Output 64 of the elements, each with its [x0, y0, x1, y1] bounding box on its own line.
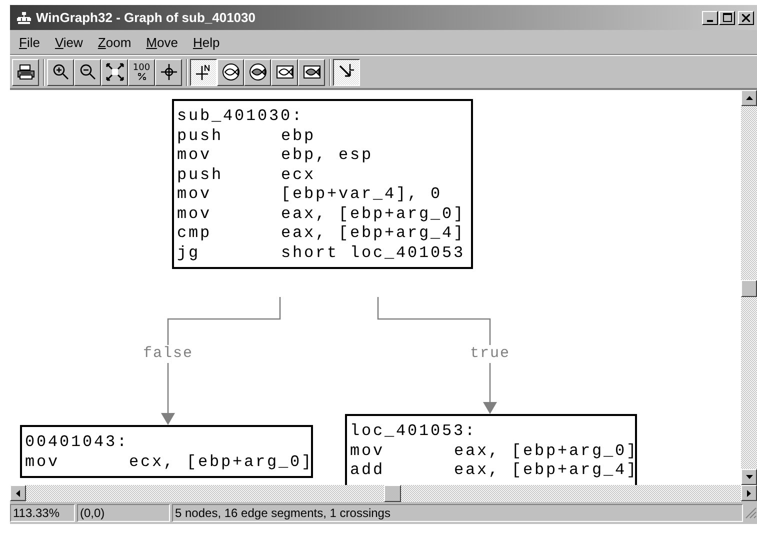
operands: short loc_401053	[281, 244, 466, 263]
fit-arrows-icon	[106, 63, 124, 81]
scroll-down-button[interactable]	[741, 469, 757, 485]
cursor-position: (0,0)	[77, 504, 170, 522]
scroll-thumb[interactable]	[384, 485, 401, 502]
fish-box-icon	[276, 63, 294, 81]
block-label: sub_401030:	[177, 107, 304, 126]
zoom-100-button[interactable]: 100	[128, 58, 155, 86]
scroll-right-button[interactable]	[741, 485, 757, 501]
operands: eax, [ebp+arg_0]	[454, 442, 638, 461]
down-arrow-icon	[746, 475, 752, 479]
menu-item[interactable]: Zoom	[94, 34, 140, 50]
menu-item[interactable]: File	[16, 34, 48, 50]
percent-icon	[138, 73, 146, 80]
left-arrow-icon	[16, 490, 20, 496]
close-icon	[742, 14, 750, 22]
operands: eax, [ebp+arg_0]	[281, 204, 466, 224]
printer-icon	[16, 63, 34, 81]
resize-grip-icon	[745, 507, 757, 519]
operands: eax, [ebp+arg_4]	[281, 224, 466, 244]
menu-item[interactable]: Move	[143, 34, 186, 50]
mnemonic: push	[177, 126, 224, 146]
operands: eax, [ebp+arg_4]	[454, 461, 638, 480]
fish-filled-icon	[248, 63, 266, 81]
mnemonic: push	[177, 166, 224, 185]
window-title: WinGraph32 - Graph of sub_401030	[36, 10, 256, 25]
operands: ebp	[281, 126, 316, 146]
graph-app-icon	[17, 12, 31, 24]
up-arrow-icon	[746, 96, 752, 100]
mnemonic: mov	[25, 452, 61, 472]
maximize-button[interactable]	[719, 10, 735, 24]
scroll-thumb[interactable]	[741, 280, 757, 297]
operands: ecx, [ebp+arg_0]	[129, 452, 314, 472]
mnemonic: jg	[177, 244, 202, 263]
north-axis-icon	[194, 63, 212, 81]
mnemonic: mov	[177, 185, 213, 204]
zoom-in-icon	[52, 63, 70, 81]
operands: [ebp+var_4], 0	[281, 185, 442, 204]
toolbar-button[interactable]	[333, 58, 360, 86]
minimize-button[interactable]	[702, 10, 718, 24]
menu-item[interactable]: Help	[190, 34, 228, 50]
menu-item[interactable]: View	[52, 34, 91, 50]
zoom-level: 113.33%	[10, 504, 75, 522]
block-label: loc_401053:	[350, 422, 477, 442]
operands: ebp, esp	[281, 146, 374, 166]
mnemonic: mov	[350, 442, 386, 461]
scroll-up-button[interactable]	[741, 90, 757, 106]
mnemonic: add	[350, 461, 386, 480]
fish-box-filled-icon	[302, 63, 320, 81]
fish-outline-icon	[222, 63, 240, 81]
zoom-out-icon	[78, 63, 96, 81]
mnemonic: mov	[177, 146, 213, 166]
scroll-left-button[interactable]	[10, 485, 26, 501]
maximize-icon	[722, 13, 732, 22]
close-button[interactable]	[738, 10, 754, 24]
crosshair-icon	[160, 63, 178, 81]
toolbar-button[interactable]	[190, 58, 217, 86]
mnemonic: cmp	[177, 224, 213, 244]
minimize-icon	[707, 20, 713, 22]
right-arrow-icon	[747, 490, 751, 496]
operands: ecx	[281, 166, 316, 185]
mnemonic: mov	[177, 204, 213, 224]
status-message: 5 nodes, 16 edge segments, 1 crossings	[172, 504, 743, 522]
block-label: 00401043:	[25, 433, 129, 452]
